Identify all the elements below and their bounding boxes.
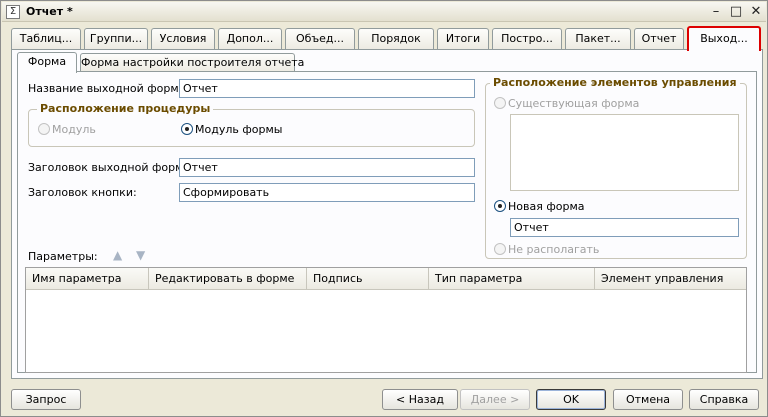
tab-totals[interactable]: Итоги: [437, 28, 489, 49]
button-header-input[interactable]: Сформировать: [179, 183, 475, 202]
button-header-label: Заголовок кнопки:: [28, 186, 137, 199]
output-form-name-label: Название выходной формы:: [28, 82, 192, 95]
parameters-table[interactable]: Имя параметра Редактировать в форме Подп…: [25, 267, 747, 373]
output-form-header-label: Заголовок выходной формы:: [28, 161, 196, 174]
parameters-label: Параметры:: [28, 250, 98, 263]
help-button[interactable]: Справка: [689, 389, 759, 410]
tab-builder[interactable]: Постро...: [492, 28, 562, 49]
tab-tables[interactable]: Таблиц...: [11, 28, 81, 49]
radio-existing-form[interactable]: [494, 97, 506, 109]
existing-form-list[interactable]: [510, 114, 739, 191]
move-up-icon[interactable]: ▲: [113, 248, 122, 262]
radio-form-module[interactable]: [181, 123, 193, 135]
query-button[interactable]: Запрос: [11, 389, 81, 410]
ok-button[interactable]: OK: [536, 389, 606, 410]
window-title: Отчет *: [26, 5, 73, 18]
procedure-location-title: Расположение процедуры: [37, 102, 214, 115]
radio-no-place-label: Не располагать: [508, 243, 600, 256]
close-icon[interactable]: ✕: [748, 4, 764, 20]
parameters-table-header: Имя параметра Редактировать в форме Подп…: [26, 268, 746, 290]
tab-order[interactable]: Порядок: [358, 28, 434, 49]
tab-batch[interactable]: Пакет...: [565, 28, 631, 49]
radio-existing-form-label: Существующая форма: [508, 97, 640, 110]
radio-module-label: Модуль: [52, 123, 96, 136]
wizard-tabs: Таблиц... Группи... Условия Допол... Объ…: [11, 26, 767, 51]
subtab-form[interactable]: Форма: [17, 52, 77, 73]
radio-no-place[interactable]: [494, 243, 506, 255]
tab-report[interactable]: Отчет: [634, 28, 684, 49]
app-icon: Σ: [6, 5, 20, 19]
column-control-element[interactable]: Элемент управления: [595, 268, 746, 290]
subtab-builder-settings-form[interactable]: Форма настройки построителя отчета: [80, 53, 304, 72]
output-form-name-input[interactable]: Отчет: [179, 79, 475, 98]
back-button[interactable]: < Назад: [382, 389, 458, 410]
radio-module[interactable]: [38, 123, 50, 135]
column-param-name[interactable]: Имя параметра: [26, 268, 149, 290]
tab-unions[interactable]: Объед...: [285, 28, 355, 49]
tab-additional[interactable]: Допол...: [218, 28, 282, 49]
tab-grouping[interactable]: Группи...: [84, 28, 148, 49]
report-wizard-window: Σ Отчет * – □ ✕ Таблиц... Группи... Усло…: [0, 0, 768, 417]
column-param-type[interactable]: Тип параметра: [429, 268, 595, 290]
tab-conditions[interactable]: Условия: [151, 28, 215, 49]
move-down-icon[interactable]: ▼: [136, 248, 145, 262]
new-form-input[interactable]: Отчет: [510, 218, 739, 237]
radio-form-module-label: Модуль формы: [195, 123, 283, 136]
next-button[interactable]: Далее >: [460, 389, 530, 410]
output-form-header-input[interactable]: Отчет: [179, 158, 475, 177]
maximize-icon[interactable]: □: [728, 4, 744, 20]
controls-location-title: Расположение элементов управления: [490, 76, 740, 89]
tab-output[interactable]: Выход...: [687, 26, 761, 51]
radio-new-form[interactable]: [494, 200, 506, 212]
minimize-icon[interactable]: –: [708, 4, 724, 20]
cancel-button[interactable]: Отмена: [613, 389, 683, 410]
radio-new-form-label: Новая форма: [508, 200, 585, 213]
column-edit-in-form[interactable]: Редактировать в форме: [149, 268, 307, 290]
title-bar[interactable]: Σ Отчет * – □ ✕: [2, 2, 766, 22]
column-caption[interactable]: Подпись: [307, 268, 429, 290]
